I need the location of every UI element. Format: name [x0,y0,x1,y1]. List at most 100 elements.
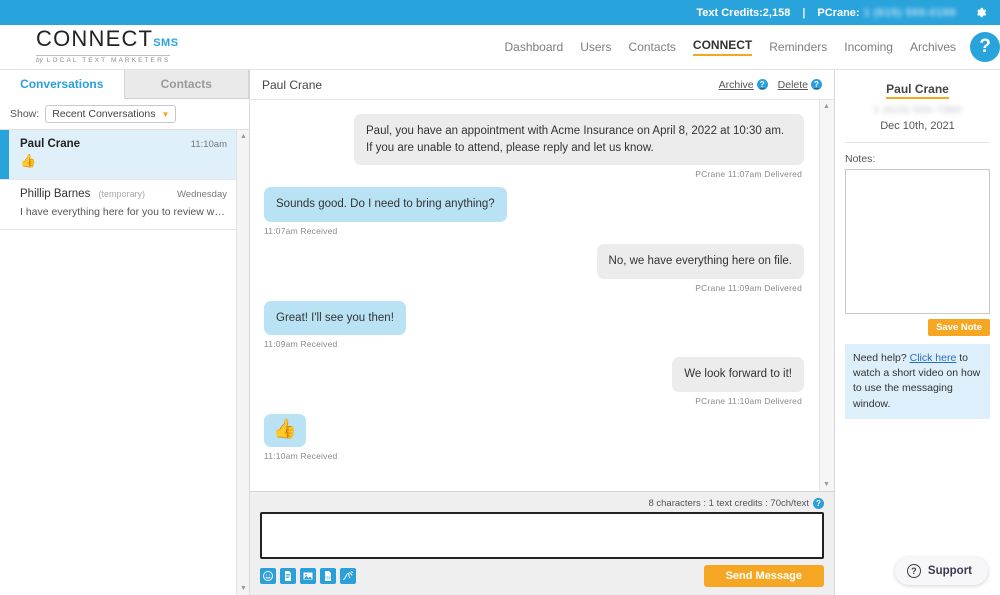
brand-logo[interactable]: CONNECTSMS by LOCAL TEXT MARKETERS [36,28,179,66]
nav-item-incoming[interactable]: Incoming [844,40,893,54]
account-phone-redacted: 1 (615) 555-0199 [863,6,956,19]
thread-header: Paul Crane Archive ? Delete ? [250,70,834,100]
help-icon[interactable]: ? [970,32,1000,62]
message-bubble-outgoing: Paul, you have an appointment with Acme … [354,114,804,166]
tab-conversations[interactable]: Conversations [0,70,125,99]
contact-card: Paul Crane 1 (615) 555-7380 Dec 10th, 20… [845,80,990,143]
conversation-item-paul-crane[interactable]: Paul Crane 11:10am 👍 [0,130,249,180]
logo-tagline-by: by [36,57,43,64]
archive-label: Archive [718,78,754,91]
show-filter-value: Recent Conversations [52,108,156,120]
conversation-item-phillip-barnes[interactable]: Phillip Barnes (temporary) Wednesday I h… [0,180,249,230]
conversation-name: Phillip Barnes (temporary) [20,188,177,200]
send-message-button[interactable]: Send Message [703,565,824,587]
message-list: Paul, you have an appointment with Acme … [250,100,834,491]
message-list-scrollbar[interactable]: ▲ ▼ [819,100,834,491]
tab-contacts[interactable]: Contacts [124,70,249,98]
conversation-temporary-tag: (temporary) [98,189,146,199]
logo-sms-text: SMS [153,37,179,49]
character-counter-help-icon[interactable]: ? [813,498,824,509]
logo-main-text: CONNECT [36,26,154,51]
show-filter-row: Show: Recent Conversations ▼ [0,99,249,129]
conversation-name: Paul Crane [20,138,81,150]
top-status-bar: Text Credits:2,158 | PCrane: 1 (615) 555… [0,0,1000,25]
show-filter-select[interactable]: Recent Conversations ▼ [45,105,177,123]
conversation-name-text: Phillip Barnes [20,188,91,200]
help-text-before: Need help? [853,352,910,364]
compose-tool-icons: PDF [260,568,704,584]
support-widget-button[interactable]: ? Support [894,557,988,585]
conversation-list: Paul Crane 11:10am 👍 Phillip Barnes (tem… [0,129,249,595]
save-note-button[interactable]: Save Note [928,319,990,336]
scroll-up-icon[interactable]: ▲ [237,130,249,143]
conversation-time: Wednesday [177,189,227,200]
message-bubble-outgoing: We look forward to it! [672,357,804,393]
message-row: We look forward to it! PCrane 11:10am De… [264,357,804,406]
contact-date: Dec 10th, 2021 [880,120,955,132]
nav-item-users[interactable]: Users [580,40,611,54]
message-meta: PCrane 11:10am Delivered [695,396,802,407]
notes-label: Notes: [845,153,876,165]
delete-help-icon[interactable]: ? [811,79,822,90]
message-meta: 11:09am Received [264,339,338,350]
message-bubble-incoming: Great! I'll see you then! [264,300,406,336]
svg-text:PDF: PDF [325,576,332,580]
support-widget-label: Support [927,565,972,577]
compose-toolbar: PDF Send Message [260,565,824,587]
help-video-link[interactable]: Click here [910,352,957,364]
template-icon[interactable] [280,568,296,584]
thread-title: Paul Crane [262,77,323,92]
nav-item-dashboard[interactable]: Dashboard [504,40,563,54]
notes-input[interactable] [845,169,990,314]
conversation-list-scrollbar[interactable]: ▲ ▼ [236,130,249,595]
scroll-down-icon[interactable]: ▼ [237,582,249,595]
nav-item-contacts[interactable]: Contacts [629,40,676,54]
message-row: Paul, you have an appointment with Acme … [264,114,804,179]
message-row: Great! I'll see you then! 11:09am Receiv… [264,300,804,350]
app-header: CONNECTSMS by LOCAL TEXT MARKETERS Dashb… [0,25,1000,70]
message-bubble-incoming-emoji: 👍 [264,414,306,447]
contact-name-link[interactable]: Paul Crane [886,82,949,99]
message-thread-panel: Paul Crane Archive ? Delete ? Paul, you … [250,70,835,595]
signature-icon[interactable] [340,568,356,584]
emoji-icon[interactable] [260,568,276,584]
show-label: Show: [10,108,40,120]
archive-button[interactable]: Archive ? [719,79,768,91]
message-bubble-outgoing: No, we have everything here on file. [596,244,804,279]
character-counter: 8 characters : 1 text credits : 70ch/tex… [648,498,809,509]
delete-button[interactable]: Delete ? [778,79,822,91]
message-meta: 11:07am Received [264,226,338,237]
nav-item-connect[interactable]: CONNECT [692,38,753,56]
save-note-row: Save Note [845,319,990,336]
thread-actions: Archive ? Delete ? [719,79,822,91]
message-row: No, we have everything here on file. PCr… [264,244,804,293]
conversations-panel: Conversations Contacts Show: Recent Conv… [0,70,250,595]
character-counter-row: 8 characters : 1 text credits : 70ch/tex… [260,498,824,509]
contact-details-panel: Paul Crane 1 (615) 555-7380 Dec 10th, 20… [835,70,1000,595]
text-credits-label: Text Credits:2,158 [696,6,791,19]
nav-item-reminders[interactable]: Reminders [769,40,827,54]
account-label: PCrane: [817,6,860,19]
compose-area: 8 characters : 1 text credits : 70ch/tex… [250,491,834,595]
message-meta: PCrane 11:09am Delivered [695,282,802,293]
nav-item-archives[interactable]: Archives [910,40,956,54]
message-meta: PCrane 11:07am Delivered [695,169,802,180]
scroll-down-icon[interactable]: ▼ [820,478,833,491]
image-icon[interactable] [300,568,316,584]
message-row: 👍 11:10am Received [264,414,804,461]
attachment-icon[interactable]: PDF [320,568,336,584]
message-meta: 11:10am Received [264,450,338,461]
left-panel-tabs: Conversations Contacts [0,70,249,99]
message-input[interactable] [260,512,824,559]
scroll-up-icon[interactable]: ▲ [820,100,833,113]
logo-tagline: by LOCAL TEXT MARKETERS [36,55,171,65]
chevron-down-icon: ▼ [161,109,170,119]
conversation-preview-emoji: 👍 [20,153,37,168]
logo-tagline-text: LOCAL TEXT MARKETERS [46,57,171,64]
archive-help-icon[interactable]: ? [756,79,768,90]
gear-icon[interactable] [970,3,990,23]
main-nav: Dashboard Users Contacts CONNECT Reminde… [504,38,956,56]
conversation-time: 11:10am [190,139,227,150]
topbar-divider: | [802,6,806,19]
question-circle-icon: ? [906,564,921,578]
